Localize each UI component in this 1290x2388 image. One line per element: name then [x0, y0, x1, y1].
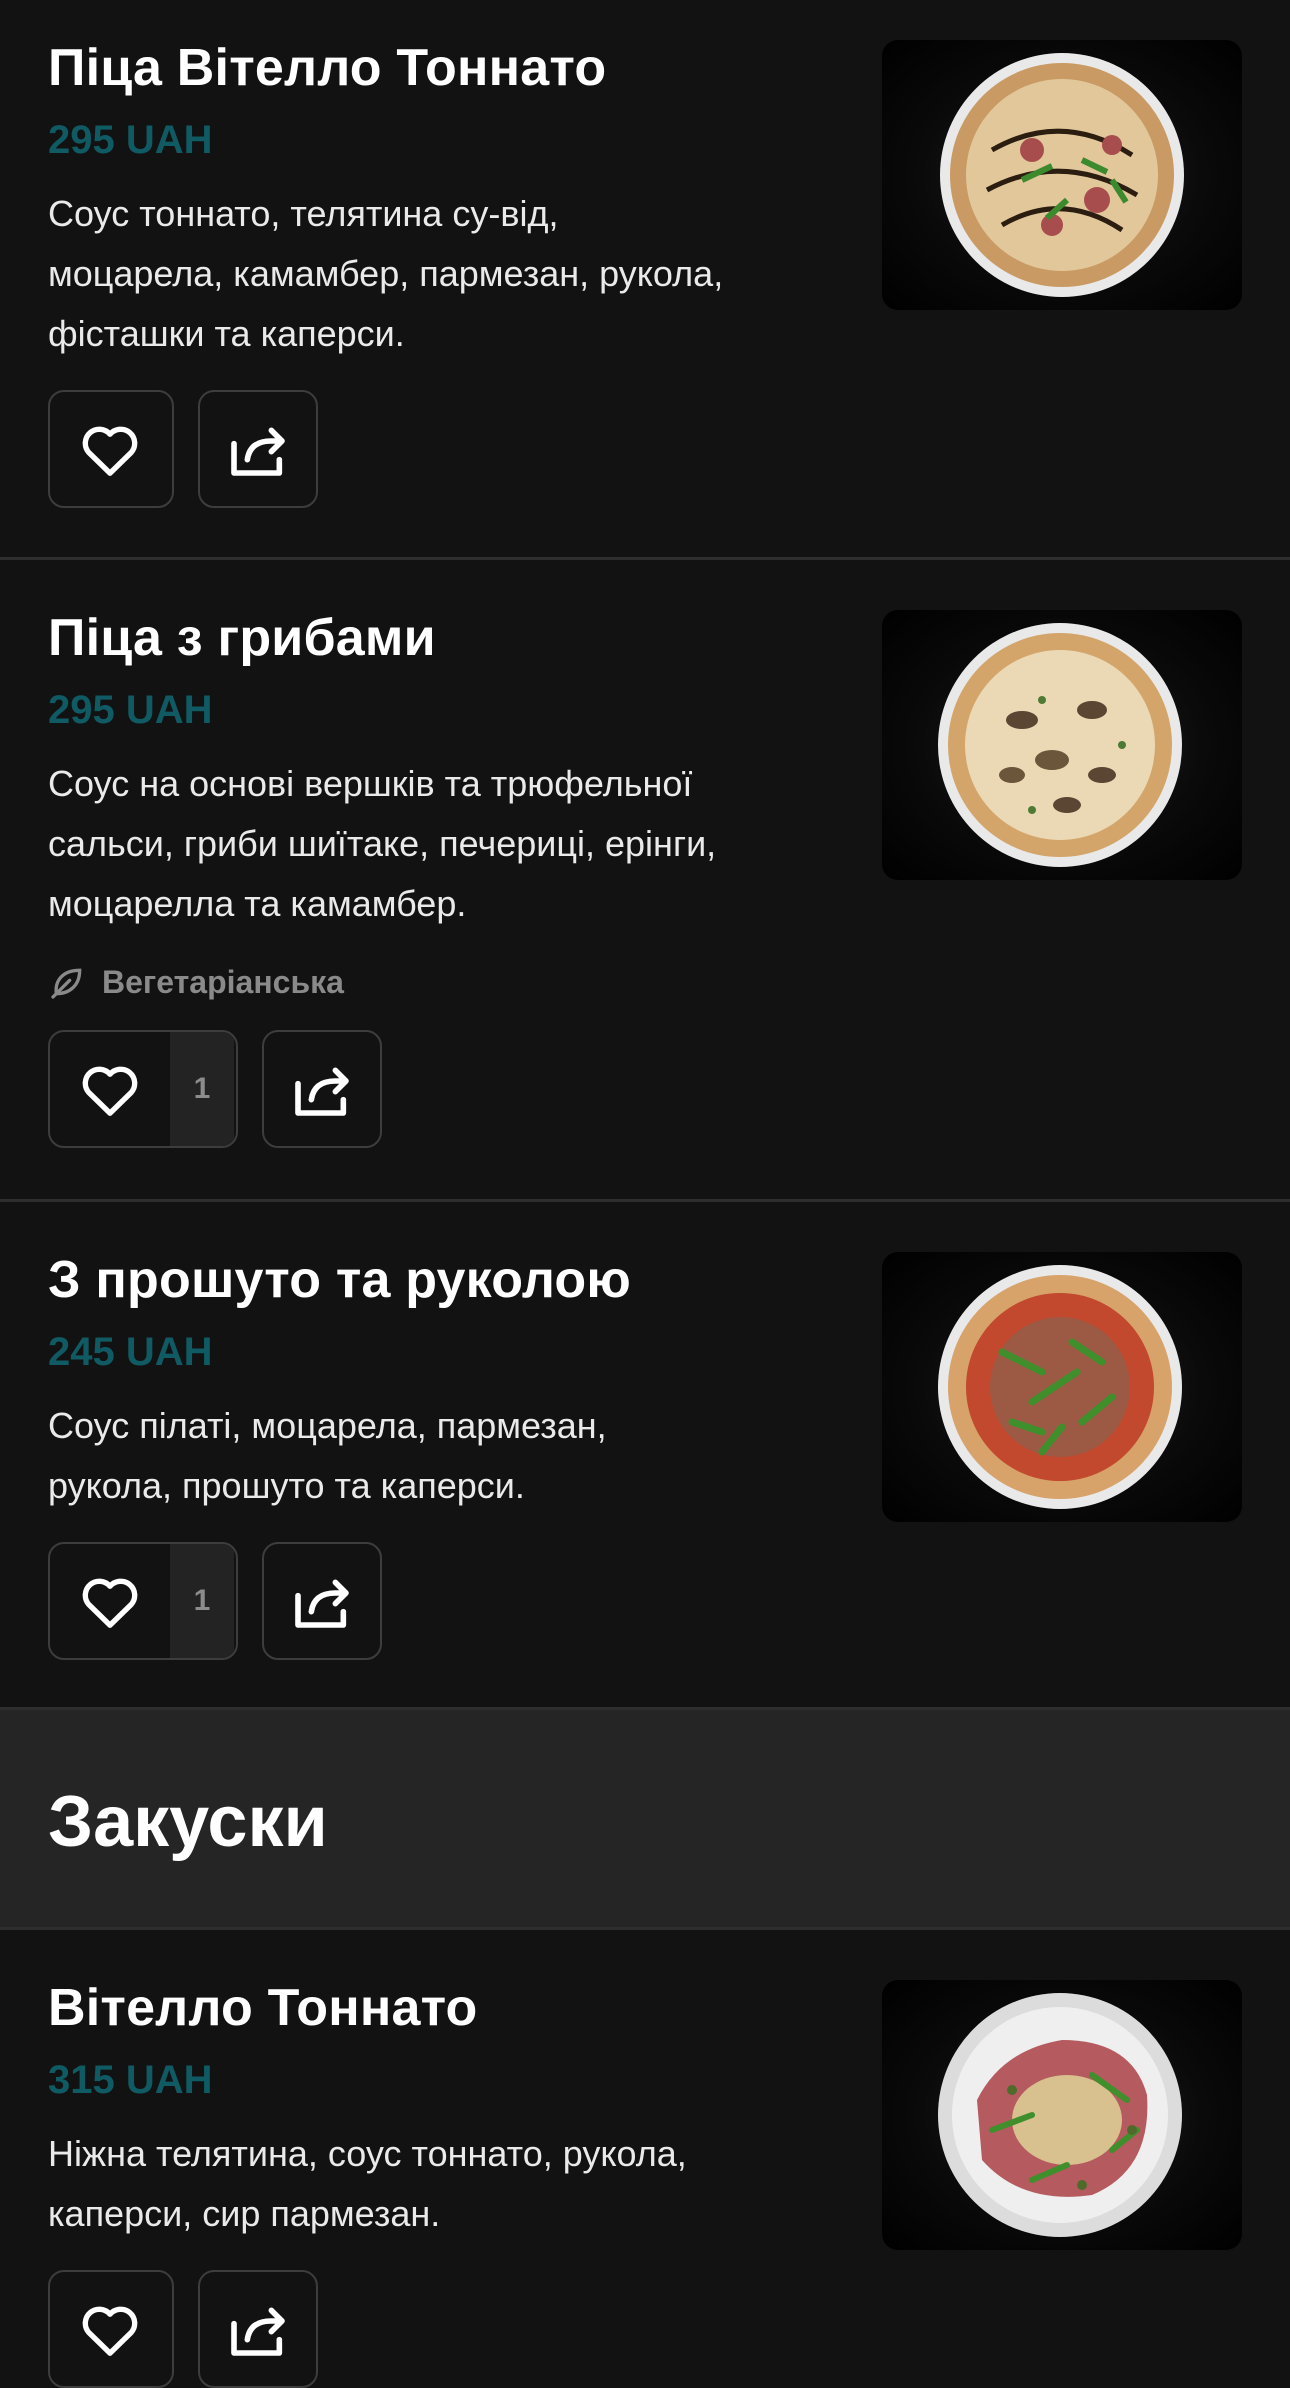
section-title: Закуски [48, 1782, 328, 1862]
like-button[interactable] [48, 2270, 174, 2388]
like-button[interactable] [48, 390, 174, 508]
share-icon [264, 1544, 380, 1658]
heart-icon [50, 392, 170, 506]
item-photo[interactable] [882, 1980, 1242, 2250]
item-price: 295 UAH [48, 688, 213, 732]
share-button[interactable] [262, 1542, 382, 1660]
tag-label: Вегетаріанська [102, 963, 344, 1000]
heart-icon [50, 1544, 170, 1658]
item-photo[interactable] [882, 610, 1242, 880]
description-line: Соус тоннато, телятина су-від, [48, 193, 559, 234]
item-description: Соус на основі вершків та трюфельної сал… [48, 754, 848, 934]
menu-item[interactable]: Піца Вітелло Тоннато 295 UAH Соус тоннат… [0, 0, 1290, 560]
item-price: 315 UAH [48, 2058, 213, 2102]
like-count: 1 [170, 1544, 234, 1658]
like-button[interactable]: 1 [48, 1030, 238, 1148]
like-count: 1 [170, 1032, 234, 1146]
share-button[interactable] [198, 390, 318, 508]
menu-item[interactable]: Піца з грибами 295 UAH Соус на основі ве… [0, 560, 1290, 1202]
dish-photo [938, 1993, 1182, 2237]
item-photo[interactable] [882, 1252, 1242, 1522]
leaf-icon [51, 968, 82, 999]
item-price: 245 UAH [48, 1330, 213, 1374]
vegetarian-tag: Вегетаріанська [48, 962, 344, 1002]
share-icon [200, 392, 316, 506]
description-line: фісташки та каперси. [48, 313, 405, 354]
pizza-photo [940, 53, 1184, 297]
item-description: Соус пілаті, моцарела, пармезан, рукола,… [48, 1396, 848, 1516]
description-line: Соус на основі вершків та трюфельної [48, 763, 693, 804]
pizza-photo [938, 623, 1182, 867]
share-icon [264, 1032, 380, 1146]
section-header: Закуски [0, 1710, 1290, 1930]
heart-icon [50, 1032, 170, 1146]
item-title: Вітелло Тоннато [48, 1979, 478, 2037]
menu-item[interactable]: З прошуто та руколою 245 UAH Соус пілаті… [0, 1202, 1290, 1710]
item-description: Ніжна телятина, соус тоннато, рукола, ка… [48, 2124, 848, 2244]
description-line: рукола, прошуто та каперси. [48, 1465, 525, 1506]
item-photo[interactable] [882, 40, 1242, 310]
item-description: Соус тоннато, телятина су-від, моцарела,… [48, 184, 848, 364]
item-title: З прошуто та руколою [48, 1251, 632, 1309]
item-title: Піца Вітелло Тоннато [48, 39, 607, 97]
heart-icon [50, 2272, 170, 2386]
share-button[interactable] [262, 1030, 382, 1148]
item-price: 295 UAH [48, 118, 213, 162]
item-title: Піца з грибами [48, 609, 436, 667]
description-line: каперси, сир пармезан. [48, 2193, 441, 2234]
share-button[interactable] [198, 2270, 318, 2388]
description-line: Ніжна телятина, соус тоннато, рукола, [48, 2133, 687, 2174]
description-line: моцарелла та камамбер. [48, 883, 467, 924]
description-line: сальси, гриби шиїтаке, печериці, ерінги, [48, 823, 717, 864]
pizza-photo [938, 1265, 1182, 1509]
menu-item[interactable]: Вітелло Тоннато 315 UAH Ніжна телятина, … [0, 1930, 1290, 2388]
description-line: моцарела, камамбер, пармезан, рукола, [48, 253, 724, 294]
description-line: Соус пілаті, моцарела, пармезан, [48, 1405, 607, 1446]
like-button[interactable]: 1 [48, 1542, 238, 1660]
share-icon [200, 2272, 316, 2386]
